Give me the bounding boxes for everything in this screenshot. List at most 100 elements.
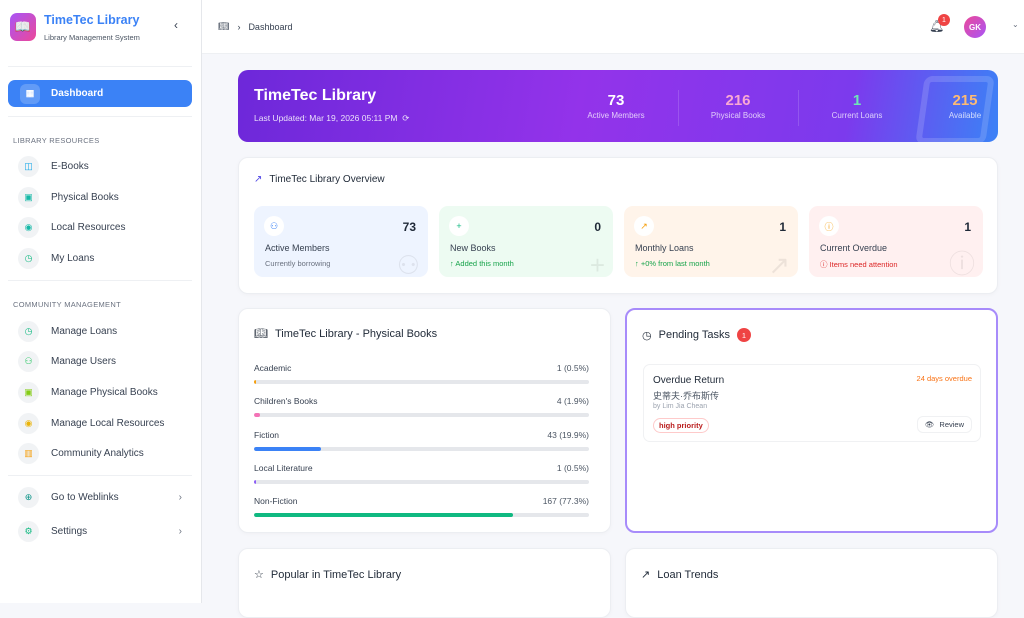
- breadcrumb-current: Dashboard: [248, 21, 293, 32]
- card-title: Current Overdue: [820, 243, 888, 253]
- title-text: TimeTec Library Overview: [269, 174, 385, 185]
- stat-value: 215: [952, 92, 978, 109]
- task-type: Overdue Return: [653, 375, 725, 386]
- sidebar-item-label: Manage Physical Books: [51, 386, 158, 398]
- card-new-books[interactable]: +0 New Books ↑ Added this month +: [439, 206, 613, 277]
- card-monthly-loans[interactable]: ↗ 1 Monthly Loans ↑ +0% from last month ↗: [624, 206, 798, 277]
- loan-trends-title: ↗ Loan Trends: [641, 568, 718, 582]
- chevron-right-icon: ›: [178, 525, 182, 537]
- category-progress-fill: [254, 380, 256, 384]
- map-pin-icon: ◉: [18, 412, 39, 434]
- globe-icon: ⊕: [18, 486, 39, 508]
- category-progress-track: [254, 513, 589, 518]
- overview-card: ↗ TimeTec Library Overview ⚇ 73 Active Memb…: [238, 157, 998, 294]
- archive-icon: ▣: [18, 186, 39, 208]
- card-value: 0: [594, 220, 601, 234]
- divider: [8, 66, 192, 67]
- review-label: Review: [939, 420, 964, 429]
- stat-label: Available: [948, 111, 982, 120]
- title-text: TimeTec Library - Physical Books: [274, 327, 438, 340]
- sidebar-item-local-resources[interactable]: ◉ Local Resources: [18, 216, 192, 238]
- collapse-sidebar-button[interactable]: ‹: [174, 18, 178, 32]
- category-count: 4 (1.9%): [556, 396, 589, 407]
- category-label: Local Literature: [254, 462, 313, 473]
- grid-icon: ▦: [20, 83, 40, 104]
- card-subtitle: ⓘ Items need attention: [820, 260, 898, 269]
- trending-up-icon: ↗: [641, 569, 651, 581]
- sidebar-item-label: My Loans: [51, 252, 95, 264]
- card-value: 1: [779, 220, 786, 234]
- hero-title: TimeTec Library: [254, 87, 377, 104]
- section-label: LIBRARY RESOURCES: [13, 136, 100, 145]
- category-count: 167 (77.3%): [542, 496, 589, 507]
- popular-card: ☆ Popular in TimeTec Library: [238, 548, 611, 618]
- card-current-overdue[interactable]: ⓘ 1 Current Overdue ⓘ Items need attention ⓘ: [809, 206, 983, 277]
- clock-icon: ◷: [18, 320, 39, 342]
- sidebar-item-manage-users[interactable]: ⚇ Manage Users: [18, 350, 192, 372]
- stat-value: 73: [607, 92, 625, 109]
- book-icon: 📖︎: [218, 21, 230, 31]
- card-title: Active Members: [265, 243, 330, 253]
- category-progress-fill: [254, 446, 321, 451]
- book-open-icon: 📖: [10, 13, 36, 41]
- sidebar-item-manage-loans[interactable]: ◷ Manage Loans: [18, 320, 192, 342]
- category-progress-fill: [254, 479, 256, 484]
- priority-badge: high priority: [653, 418, 709, 433]
- card-value: 1: [964, 220, 971, 234]
- trending-up-icon: ↗: [634, 216, 654, 236]
- sidebar-item-ebooks[interactable]: ◫ E-Books: [18, 155, 192, 177]
- sidebar-item-physical-books[interactable]: ▣ Physical Books: [18, 186, 192, 208]
- chevron-right-icon: ›: [237, 21, 241, 32]
- category-row: Fiction 43 (19.9%): [254, 430, 589, 451]
- card-active-members[interactable]: ⚇ 73 Active Members Currently borrowing ⚇: [254, 206, 428, 277]
- sidebar-item-label: Go to Weblinks: [51, 491, 119, 503]
- eye-icon: 👁︎: [924, 420, 935, 429]
- users-icon: ⚇: [264, 216, 284, 236]
- breadcrumb: 📖︎ › Dashboard: [218, 21, 292, 32]
- book-open-icon: 📖︎: [254, 328, 268, 340]
- sidebar-item-manage-physical-books[interactable]: ▣ Manage Physical Books: [18, 381, 192, 403]
- stat-value: 1: [852, 92, 862, 109]
- users-icon: ⚇: [396, 250, 420, 277]
- category-progress-track: [254, 380, 589, 384]
- task-overdue: 24 days overdue: [916, 374, 972, 383]
- title-text: Pending Tasks: [658, 329, 730, 341]
- overview-title: ↗ TimeTec Library Overview: [254, 174, 385, 185]
- last-updated: Last Updated: Mar 19, 2026 05:11 PM ⟳: [254, 113, 409, 124]
- category-progress-fill: [254, 513, 513, 518]
- plus-icon: +: [589, 250, 605, 277]
- trending-up-icon: ↗: [254, 174, 263, 185]
- last-updated-text: Last Updated: Mar 19, 2026 05:11 PM: [254, 113, 398, 123]
- sidebar-item-settings[interactable]: ⚙ Settings ›: [18, 520, 192, 542]
- users-icon: ⚇: [18, 350, 39, 372]
- category-row: Non-Fiction 167 (77.3%): [254, 496, 589, 518]
- loan-trends-card: ↗ Loan Trends: [625, 548, 998, 618]
- sidebar-item-label: Manage Loans: [51, 325, 118, 337]
- archive-icon: ▣: [18, 381, 39, 403]
- clock-icon: ◷: [642, 329, 652, 342]
- category-row: Academic 1 (0.5%): [254, 363, 589, 384]
- sidebar-item-manage-local-resources[interactable]: ◉ Manage Local Resources: [18, 412, 192, 434]
- chevron-down-icon[interactable]: ⌄: [1012, 20, 1019, 29]
- sidebar-item-my-loans[interactable]: ◷ My Loans: [18, 247, 192, 269]
- gear-icon: ⚙: [18, 520, 39, 542]
- avatar[interactable]: GK: [964, 16, 986, 38]
- sidebar-item-label: Community Analytics: [51, 447, 144, 459]
- physical-books-card: 📖︎ TimeTec Library - Physical Books Acade…: [238, 308, 611, 533]
- review-button[interactable]: 👁︎ Review: [916, 416, 972, 433]
- sidebar-item-dashboard[interactable]: ▦ Dashboard: [8, 80, 192, 107]
- refresh-icon[interactable]: ⟳: [400, 113, 409, 123]
- sidebar-item-label: Settings: [51, 525, 88, 537]
- category-label: Children's Books: [254, 396, 318, 407]
- divider: [678, 90, 679, 126]
- stat-label: Active Members: [587, 111, 645, 120]
- sidebar-item-community-analytics[interactable]: ▥ Community Analytics: [18, 442, 192, 464]
- divider: [798, 90, 799, 126]
- category-row: Local Literature 1 (0.5%): [254, 463, 589, 484]
- pending-tasks-title: ◷ Pending Tasks 1: [642, 328, 751, 342]
- sidebar-item-weblinks[interactable]: ⊕ Go to Weblinks ›: [18, 486, 192, 508]
- section-label: COMMUNITY MANAGEMENT: [13, 300, 121, 309]
- book-icon: ◫: [18, 155, 39, 177]
- card-title: Monthly Loans: [635, 243, 694, 253]
- category-count: 1 (0.5%): [556, 462, 589, 473]
